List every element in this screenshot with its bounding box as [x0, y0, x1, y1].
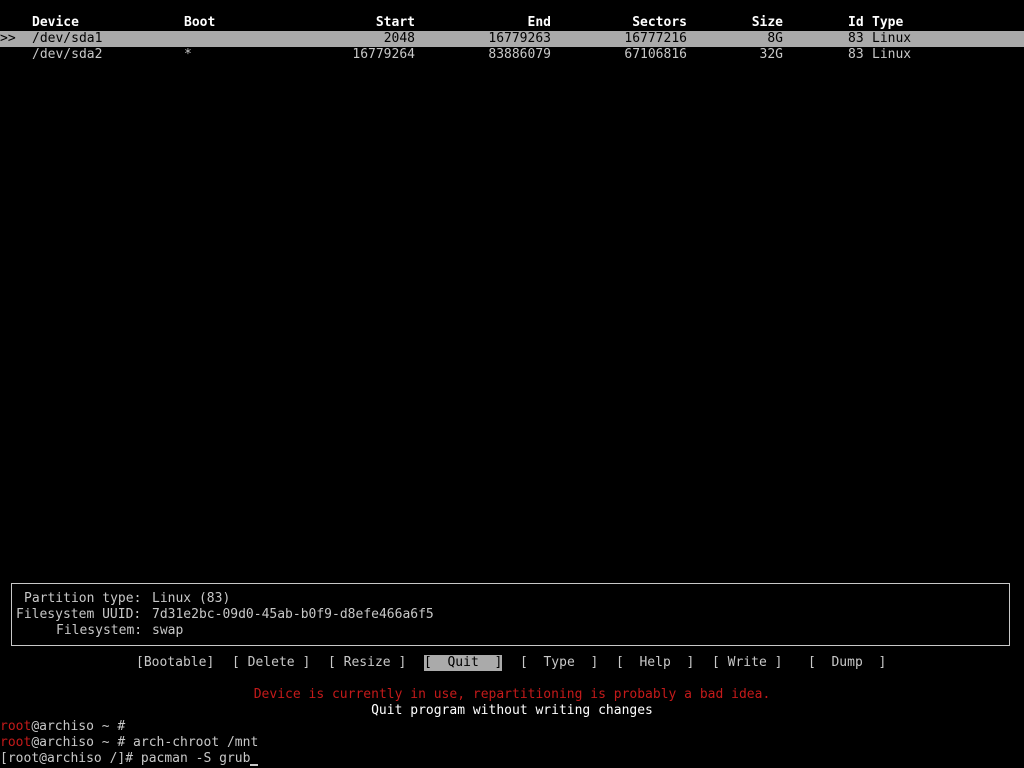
- cell-sectors: 67106816: [624, 47, 687, 62]
- cell-type: Linux: [872, 31, 912, 46]
- partition-row-sda2[interactable]: /dev/sda2 * 16779264 83886079 67106816 3…: [0, 47, 1024, 63]
- column-header-device: Device: [32, 15, 79, 30]
- partition-row-sda1[interactable]: >> /dev/sda1 2048 16779263 16777216 8G 8…: [0, 31, 1024, 47]
- cell-type: Linux: [872, 47, 912, 62]
- cell-end: 83886079: [488, 47, 551, 62]
- column-header-id: Id: [848, 15, 864, 30]
- filesystem-value: swap: [152, 623, 184, 638]
- cursor: [250, 764, 259, 766]
- prompt-user: root: [0, 719, 32, 734]
- type-button[interactable]: [ Type ]: [520, 655, 598, 671]
- prompt-rest: @archiso ~ # arch-chroot /mnt: [31, 735, 259, 750]
- filesystem-uuid-value: 7d31e2bc-09d0-45ab-b0f9-d8efe466a6f5: [152, 607, 434, 622]
- quit-button[interactable]: [ Quit ]: [424, 655, 503, 671]
- help-button[interactable]: [ Help ]: [616, 655, 694, 671]
- prompt-rest: @archiso ~ #: [31, 719, 126, 734]
- column-header-size: Size: [751, 15, 783, 30]
- terminal-line-3[interactable]: [root@archiso /]# pacman -S grub: [0, 751, 259, 767]
- cell-id: 83: [848, 31, 864, 46]
- cell-device: /dev/sda1: [32, 31, 103, 46]
- cell-device: /dev/sda2: [32, 47, 103, 62]
- column-header-sectors: Sectors: [632, 15, 687, 30]
- cell-size: 32G: [759, 47, 783, 62]
- delete-button[interactable]: [ Delete ]: [232, 655, 310, 671]
- prompt-user: root: [0, 735, 32, 750]
- cell-sectors: 16777216: [624, 31, 687, 46]
- cell-id: 83: [848, 47, 864, 62]
- cell-start: 2048: [383, 31, 415, 46]
- command-input[interactable]: [root@archiso /]# pacman -S grub: [0, 751, 250, 766]
- partition-type-value: Linux (83): [152, 591, 231, 606]
- cell-end: 16779263: [488, 31, 551, 46]
- column-header-type: Type: [872, 15, 904, 30]
- column-header-end: End: [527, 15, 551, 30]
- partition-type-label: Partition type:: [24, 591, 142, 606]
- write-button[interactable]: [ Write ]: [712, 655, 782, 671]
- filesystem-uuid-label: Filesystem UUID:: [16, 607, 142, 622]
- dump-button[interactable]: [ Dump ]: [808, 655, 886, 671]
- column-header-start: Start: [375, 15, 415, 30]
- selection-marker: >>: [0, 31, 16, 46]
- filesystem-label: Filesystem:: [56, 623, 143, 638]
- resize-button[interactable]: [ Resize ]: [328, 655, 406, 671]
- hint-message: Quit program without writing changes: [371, 703, 653, 718]
- cell-size: 8G: [767, 31, 783, 46]
- warning-message: Device is currently in use, repartitioni…: [253, 687, 771, 702]
- column-header-boot: Boot: [184, 15, 216, 30]
- bootable-button[interactable]: [Bootable]: [136, 655, 214, 671]
- terminal-line-1: root@archiso ~ #: [0, 719, 125, 735]
- terminal-line-2: root@archiso ~ # arch-chroot /mnt: [0, 735, 258, 751]
- cell-boot: *: [184, 47, 192, 62]
- cell-start: 16779264: [352, 47, 415, 62]
